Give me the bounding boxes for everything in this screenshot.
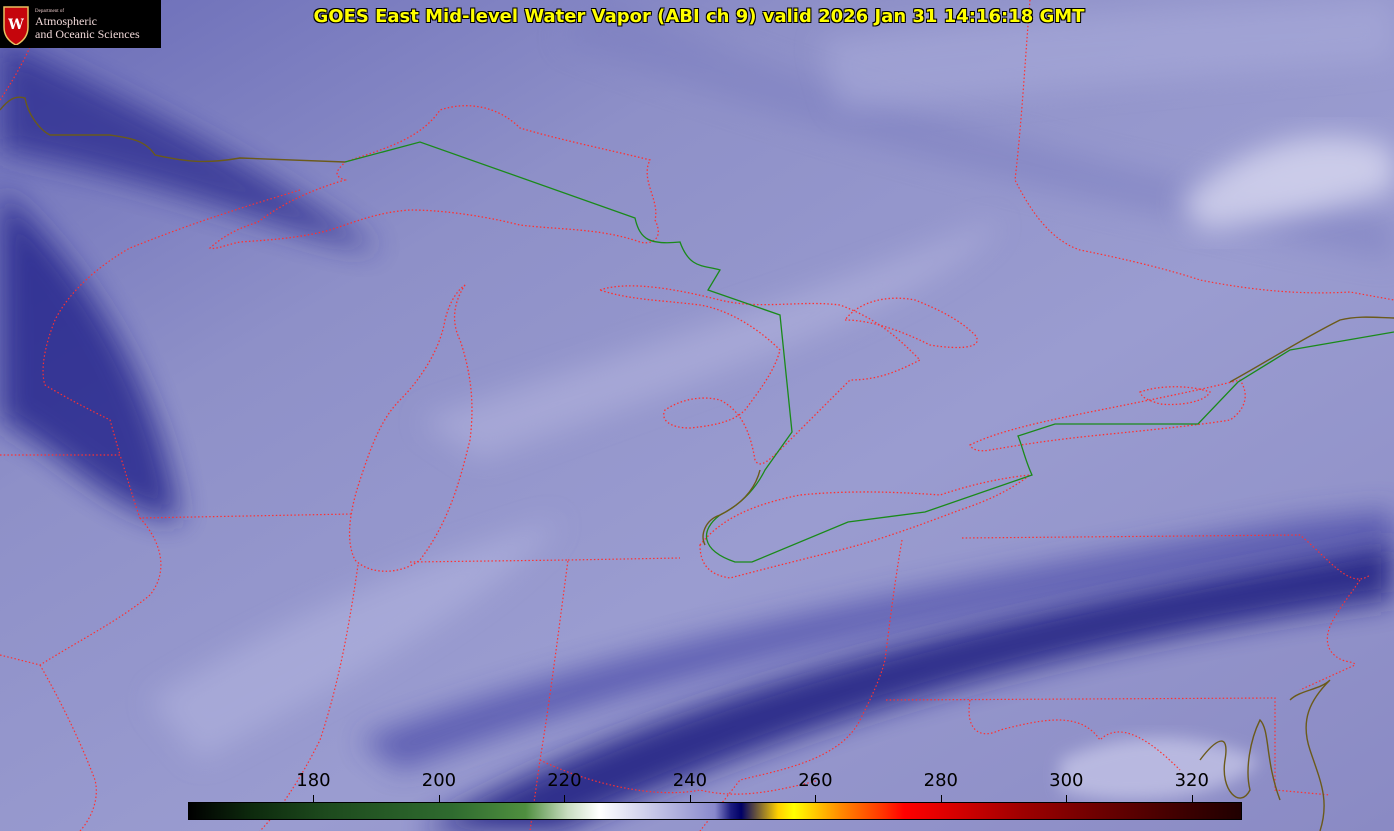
colorbar-tick-label-320: 320 (1174, 770, 1209, 791)
colorbar-tick-label-220: 220 (547, 770, 582, 791)
colorbar-tick-mark (690, 795, 691, 803)
temperature-colorbar (188, 802, 1242, 820)
colorbar-tick-mark (815, 795, 816, 803)
colorbar-tick-mark (439, 795, 440, 803)
colorbar-tick-mark (941, 795, 942, 803)
colorbar-tick-label-280: 280 (923, 770, 959, 791)
colorbar-tick-label-300: 300 (1049, 770, 1084, 791)
map-title: GOES East Mid-level Water Vapor (ABI ch … (313, 6, 1085, 27)
colorbar-tick-label-240: 240 (672, 770, 708, 791)
satellite-map-page: W Department of Atmospheric and Oceanic … (0, 0, 1394, 831)
water-vapor-map (0, 0, 1394, 831)
colorbar-tick-label-180: 180 (296, 770, 331, 791)
colorbar-tick-mark (564, 795, 565, 803)
colorbar-tick-mark (1066, 795, 1067, 803)
colorbar-tick-mark (1192, 795, 1193, 803)
colorbar-tick-mark (313, 795, 314, 803)
colorbar-tick-label-200: 200 (421, 770, 457, 791)
colorbar-tick-label-260: 260 (798, 770, 833, 791)
logo-line2: and Oceanic Sciences (35, 27, 140, 41)
